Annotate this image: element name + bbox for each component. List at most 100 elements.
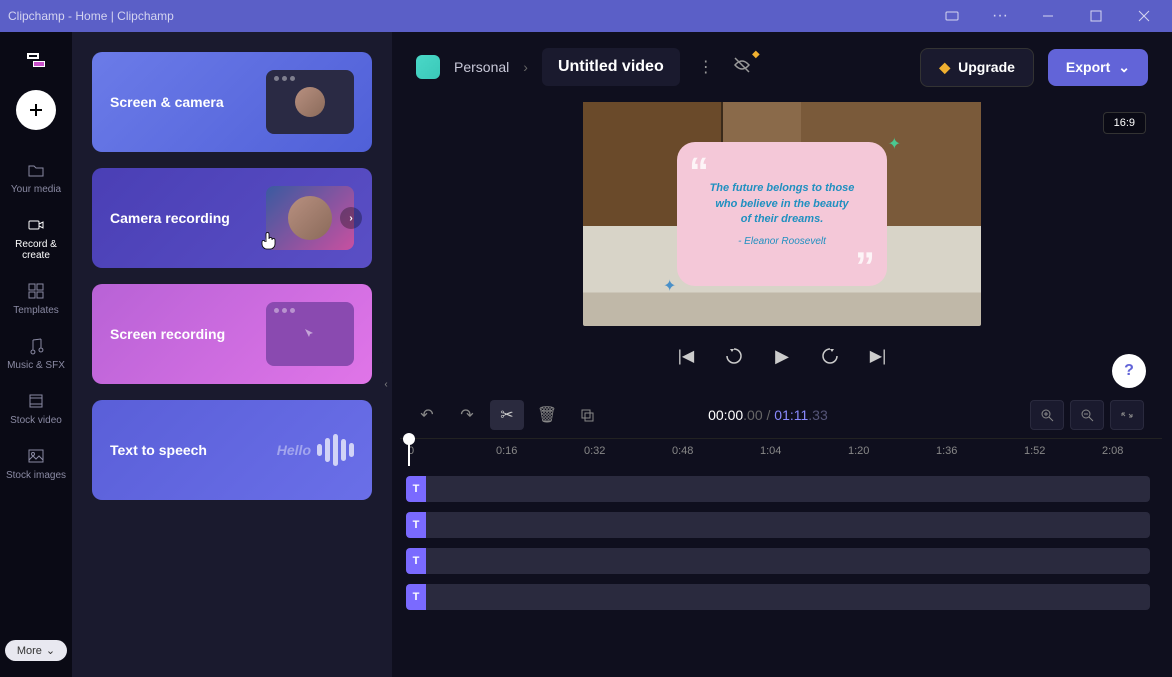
card-text-to-speech[interactable]: Text to speech Hello bbox=[92, 400, 372, 500]
skip-start-button[interactable]: |◀ bbox=[672, 342, 700, 370]
aspect-ratio-badge[interactable]: 16:9 bbox=[1103, 112, 1146, 134]
timeline-toolbar: ↶ ↷ ✂ 🗑 00:00.00 / 01:11.33 bbox=[392, 392, 1162, 438]
nav-label: Record & create bbox=[4, 239, 68, 261]
plus-icon bbox=[28, 102, 44, 118]
timeline-clip[interactable] bbox=[426, 548, 1150, 574]
gem-icon: ◆ bbox=[939, 59, 950, 76]
card-screen-recording[interactable]: Screen recording bbox=[92, 284, 372, 384]
export-label: Export bbox=[1066, 59, 1110, 75]
upgrade-label: Upgrade bbox=[958, 59, 1015, 75]
chevron-right-icon: › bbox=[340, 207, 362, 229]
quote-author: - Eleanor Roosevelt bbox=[738, 236, 826, 247]
undo-button[interactable]: ↶ bbox=[410, 400, 444, 430]
zoom-in-button[interactable] bbox=[1030, 400, 1064, 430]
ruler-tick: 1:20 bbox=[848, 445, 869, 457]
zoom-fit-button[interactable] bbox=[1110, 400, 1144, 430]
cursor-icon bbox=[303, 327, 317, 341]
timeline: ↶ ↷ ✂ 🗑 00:00.00 / 01:11.33 0 0:16 0:32 bbox=[392, 392, 1172, 677]
minimize-icon[interactable] bbox=[1028, 2, 1068, 30]
upgrade-button[interactable]: ◆ Upgrade bbox=[920, 48, 1034, 87]
sidebar-item-templates[interactable]: Templates bbox=[0, 273, 72, 324]
close-icon[interactable] bbox=[1124, 2, 1164, 30]
track-type-badge: T bbox=[406, 548, 426, 574]
timeline-track[interactable]: T bbox=[406, 546, 1162, 576]
zoom-out-button[interactable] bbox=[1070, 400, 1104, 430]
ruler-tick: 1:04 bbox=[760, 445, 781, 457]
card-title: Screen recording bbox=[110, 326, 225, 342]
waveform-icon bbox=[317, 434, 354, 466]
playback-controls: |◀ ▶ ▶| bbox=[672, 342, 892, 370]
more-button[interactable]: More ⌄ bbox=[5, 640, 67, 661]
duplicate-button[interactable] bbox=[570, 400, 604, 430]
card-screen-camera[interactable]: Screen & camera bbox=[92, 52, 372, 152]
card-title: Text to speech bbox=[110, 442, 207, 458]
nav-label: Templates bbox=[13, 305, 59, 316]
preview-area: 16:9 “ The future belongs to those who b… bbox=[392, 102, 1172, 392]
timeline-clip[interactable] bbox=[426, 476, 1150, 502]
card-title: Camera recording bbox=[110, 210, 230, 226]
play-button[interactable]: ▶ bbox=[768, 342, 796, 370]
ruler-tick: 2:08 bbox=[1102, 445, 1123, 457]
project-title[interactable]: Untitled video bbox=[542, 48, 680, 86]
sidebar: Your media Record & create Templates Mus… bbox=[0, 32, 72, 677]
timeline-timecode: 00:00.00 / 01:11.33 bbox=[708, 407, 828, 424]
timeline-ruler[interactable]: 0 0:16 0:32 0:48 1:04 1:20 1:36 1:52 2:0… bbox=[400, 438, 1162, 466]
window-title: Clipchamp - Home | Clipchamp bbox=[8, 9, 174, 23]
diamond-icon: ◆ bbox=[752, 49, 760, 60]
quote-line: The future belongs to those bbox=[710, 181, 855, 196]
sidebar-item-stock-images[interactable]: Stock images bbox=[0, 438, 72, 489]
sidebar-item-record-create[interactable]: Record & create bbox=[0, 207, 72, 269]
main-area: Personal › Untitled video ⋮ ◆ ◆ Upgrade … bbox=[392, 32, 1172, 677]
ruler-tick: 1:52 bbox=[1024, 445, 1045, 457]
project-menu-button[interactable]: ⋮ bbox=[694, 57, 718, 77]
record-panel: Screen & camera Camera recording › Scree… bbox=[72, 32, 392, 677]
timeline-track[interactable]: T bbox=[406, 474, 1162, 504]
nav-label: Stock video bbox=[10, 415, 62, 426]
workspace-avatar[interactable] bbox=[416, 55, 440, 79]
quote-overlay: “ The future belongs to those who believ… bbox=[677, 142, 887, 286]
folder-icon bbox=[26, 160, 46, 180]
export-button[interactable]: Export ⌄ bbox=[1048, 49, 1148, 86]
window-menu-icon[interactable]: ··· bbox=[980, 2, 1020, 30]
forward-button[interactable] bbox=[816, 342, 844, 370]
timeline-track[interactable]: T bbox=[406, 582, 1162, 612]
card-camera-recording[interactable]: Camera recording › bbox=[92, 168, 372, 268]
chevron-down-icon: ⌄ bbox=[46, 644, 55, 657]
delete-button[interactable]: 🗑 bbox=[530, 400, 564, 430]
card-thumbnail: › bbox=[266, 186, 354, 250]
sidebar-item-stock-video[interactable]: Stock video bbox=[0, 383, 72, 434]
nav-label: Stock images bbox=[6, 470, 66, 481]
redo-button[interactable]: ↷ bbox=[450, 400, 484, 430]
timeline-clip[interactable] bbox=[426, 512, 1150, 538]
more-label: More bbox=[17, 645, 42, 657]
templates-icon bbox=[26, 281, 46, 301]
video-preview[interactable]: “ The future belongs to those who believ… bbox=[583, 102, 981, 326]
rewind-button[interactable] bbox=[720, 342, 748, 370]
card-thumbnail bbox=[266, 70, 354, 134]
music-icon bbox=[26, 336, 46, 356]
workspace-name[interactable]: Personal bbox=[454, 59, 509, 75]
header: Personal › Untitled video ⋮ ◆ ◆ Upgrade … bbox=[392, 32, 1172, 102]
ruler-tick: 1:36 bbox=[936, 445, 957, 457]
image-icon bbox=[26, 446, 46, 466]
playhead[interactable] bbox=[408, 439, 410, 466]
ruler-tick: 0:48 bbox=[672, 445, 693, 457]
nav-label: Your media bbox=[11, 184, 61, 195]
visibility-toggle[interactable]: ◆ bbox=[732, 55, 752, 80]
track-type-badge: T bbox=[406, 476, 426, 502]
chevron-down-icon: ⌄ bbox=[1118, 59, 1130, 76]
skip-end-button[interactable]: ▶| bbox=[864, 342, 892, 370]
ruler-tick: 0:16 bbox=[496, 445, 517, 457]
add-button[interactable] bbox=[16, 90, 56, 130]
timeline-track[interactable]: T bbox=[406, 510, 1162, 540]
help-button[interactable]: ? bbox=[1112, 354, 1146, 388]
sidebar-item-your-media[interactable]: Your media bbox=[0, 152, 72, 203]
timeline-tracks[interactable]: T T T T bbox=[392, 466, 1162, 677]
panel-collapse-button[interactable]: ‹ bbox=[379, 362, 392, 406]
track-type-badge: T bbox=[406, 584, 426, 610]
split-button[interactable]: ✂ bbox=[490, 400, 524, 430]
timeline-clip[interactable] bbox=[426, 584, 1150, 610]
sidebar-item-music-sfx[interactable]: Music & SFX bbox=[0, 328, 72, 379]
maximize-icon[interactable] bbox=[1076, 2, 1116, 30]
window-overlay-icon[interactable] bbox=[932, 2, 972, 30]
